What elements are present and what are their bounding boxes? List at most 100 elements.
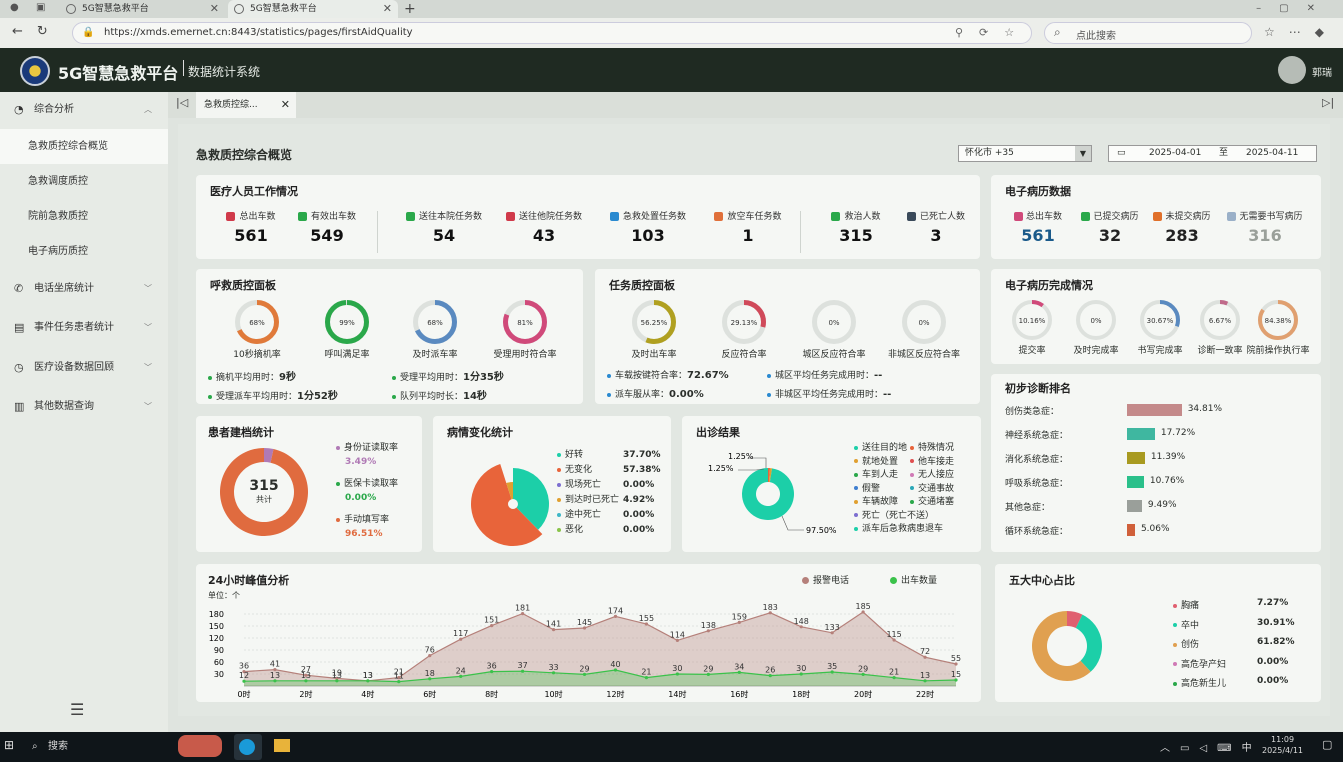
kv-dispatch: 受理派车平均用时：1分52秒 xyxy=(208,387,338,402)
stat-label: 已提交病历 xyxy=(1075,209,1145,222)
browser-tab-2[interactable]: 5G智慧急救平台 ✕ xyxy=(228,0,398,18)
system-tray[interactable]: ︿▭◁⌨中 xyxy=(1160,739,1262,754)
url-action-icons[interactable]: ⚲⟳☆ xyxy=(955,26,1030,39)
close-icon[interactable]: ✕ xyxy=(281,92,290,118)
label-leader xyxy=(781,515,804,531)
kv-obey: 派车服从率：0.00% xyxy=(607,387,704,400)
stat-label: 总出车数 xyxy=(1003,209,1073,222)
new-tab-button[interactable]: + xyxy=(404,0,416,18)
ime-indicator[interactable]: 中 xyxy=(1242,743,1262,754)
taskbar-search[interactable]: ⌕ 搜索 xyxy=(28,737,168,757)
sidebar-group-other[interactable]: ▥ 其他数据查询 ﹀ xyxy=(0,389,168,425)
sidebar-group-events[interactable]: ▤ 事件任务患者统计 ﹀ xyxy=(0,310,168,346)
window-controls[interactable]: –▢✕ xyxy=(1256,0,1333,18)
x-tick-label: 2时 xyxy=(299,689,312,699)
task-ring-3: 0% 非城区反应符合率 xyxy=(881,299,967,360)
kv-accept: 受理平均用时：1分35秒 xyxy=(392,368,504,383)
outcome-legend-item: 无人接应 xyxy=(910,467,954,480)
pie-icon: ◔ xyxy=(14,103,24,116)
legend-label: 恶化 xyxy=(565,525,584,535)
sidebar-group-analysis[interactable]: ◔ 综合分析 ︿ xyxy=(0,92,168,128)
menu-collapse-icon[interactable]: ☰ xyxy=(70,700,84,719)
legend-label: 交通事故 xyxy=(918,483,955,494)
kv-value: -- xyxy=(883,389,892,400)
centers-legend-item: 高危孕产妇 xyxy=(1173,657,1226,670)
sidebar-item-emr[interactable]: 电子病历质控 xyxy=(0,234,168,269)
legend-dispatch[interactable]: 出车数量 xyxy=(890,573,937,586)
centers-legend-item: 胸痛 xyxy=(1173,598,1199,611)
condition-legend-item: 无变化 xyxy=(557,463,592,478)
legend-label: 现场死亡 xyxy=(565,480,602,490)
taskbar-search-label: 搜索 xyxy=(48,741,68,752)
close-icon[interactable]: ✕ xyxy=(210,0,219,18)
bullet-icon xyxy=(208,375,212,380)
ring-text: 30.67% xyxy=(1147,317,1174,325)
browser-tab-1[interactable]: 5G智慧急救平台 ✕ xyxy=(60,0,225,18)
sidebar-group-devices[interactable]: ◷ 医疗设备数据回顾 ﹀ xyxy=(0,350,168,386)
date-to[interactable]: 2025-04-11 xyxy=(1246,146,1298,161)
sidebar-group-phone[interactable]: ✆ 电话坐席统计 ﹀ xyxy=(0,271,168,307)
data-label: 36 xyxy=(487,662,497,671)
ring-gauge: 10.16% xyxy=(1012,300,1052,340)
bullet-icon xyxy=(392,375,396,380)
tab-actions-icon[interactable]: ▣ xyxy=(36,2,45,13)
legend-dot xyxy=(854,513,858,517)
legend-label: 无人接应 xyxy=(918,470,955,480)
app-title: 5G智慧急救平台 xyxy=(58,64,179,83)
legend-value: 30.91% xyxy=(1257,617,1295,628)
x-tick-label: 20时 xyxy=(854,689,872,699)
profile-icon[interactable]: ● xyxy=(10,2,19,13)
bullet-icon xyxy=(767,373,771,378)
data-label: 159 xyxy=(732,612,747,621)
avatar[interactable] xyxy=(1278,56,1306,84)
legend-dot xyxy=(1173,642,1177,647)
outcome-legend-item: 交通堵塞 xyxy=(910,494,954,507)
legend-value: 61.82% xyxy=(1257,637,1295,647)
search-placeholder[interactable]: 点此搜索 xyxy=(1076,27,1116,42)
legend-label: 他车接走 xyxy=(918,456,955,467)
legend-dot xyxy=(1173,623,1177,627)
close-icon[interactable]: ✕ xyxy=(383,0,392,18)
diagnosis-label: 创伤类急症： xyxy=(1005,407,1060,417)
tab-scroll-right-icon[interactable]: ▷| xyxy=(1322,96,1334,109)
y-tick-label: 120 xyxy=(209,634,224,643)
edge-browser-icon[interactable] xyxy=(234,734,262,760)
legend-dot xyxy=(557,497,561,502)
emr-card: 电子病历数据 总出车数 561 已提交病历 32 未提交病历 283 无需要书写病历 316 xyxy=(991,175,1321,259)
tab-scroll-left-icon[interactable]: |◁ xyxy=(176,96,188,109)
browser-menu-icons[interactable]: ☆⋯◆ xyxy=(1264,25,1338,39)
data-label: 36 xyxy=(239,662,249,671)
windows-start-icon[interactable]: ⊞ xyxy=(4,738,14,752)
sidebar-item-dispatch[interactable]: 急救调度质控 xyxy=(0,164,168,199)
ring-label: 提交率 xyxy=(1018,346,1046,356)
legend-dot xyxy=(557,527,561,532)
emr-stat-1: 已提交病历 32 xyxy=(1075,209,1145,245)
call-ring-3: 81% 受理用时符合率 xyxy=(482,299,568,360)
widgets-icon[interactable] xyxy=(178,735,222,757)
sidebar-item-prehospital[interactable]: 院前急救质控 xyxy=(0,199,168,234)
stat-label: 送往他院任务数 xyxy=(496,209,592,222)
date-from[interactable]: 2025-04-01 xyxy=(1149,146,1201,161)
stat-label-text: 急救处置任务数 xyxy=(622,212,686,222)
ring-label: 诊断一致率 xyxy=(1197,346,1243,356)
url-text[interactable]: https://xmds.emernet.cn:8443/statistics/… xyxy=(104,27,413,38)
ring-text: 0% xyxy=(828,319,839,327)
tab-overview[interactable]: 急救质控综... ✕ xyxy=(196,92,296,118)
legend-label: 创伤 xyxy=(1181,640,1200,650)
notification-icon[interactable]: ▢ xyxy=(1322,738,1332,751)
kv-key: 受理派车平均用时： xyxy=(216,392,298,402)
legend-dot xyxy=(336,481,340,486)
nav-buttons[interactable]: ←↻ xyxy=(12,24,62,39)
date-range-picker[interactable]: ▭ 2025-04-01 至 2025-04-11 xyxy=(1108,145,1317,162)
legend-dot xyxy=(890,577,897,584)
taskbar-clock[interactable]: 11:09 2025/4/11 xyxy=(1262,734,1303,756)
lock-icon[interactable]: 🔒 xyxy=(82,27,94,38)
file-explorer-icon[interactable] xyxy=(274,739,290,752)
sidebar-item-overview[interactable]: 急救质控综合概览 xyxy=(0,129,168,164)
stat-icon xyxy=(1227,212,1237,221)
region-select[interactable]: 怀化市 +35 ▼ xyxy=(958,145,1092,162)
legend-alarm[interactable]: 报警电话 xyxy=(802,573,849,586)
user-name[interactable]: 郭瑞 xyxy=(1312,64,1332,79)
ring-gauge: 81% xyxy=(503,300,547,344)
stat-5: 放空车任务数 1 xyxy=(700,209,796,245)
